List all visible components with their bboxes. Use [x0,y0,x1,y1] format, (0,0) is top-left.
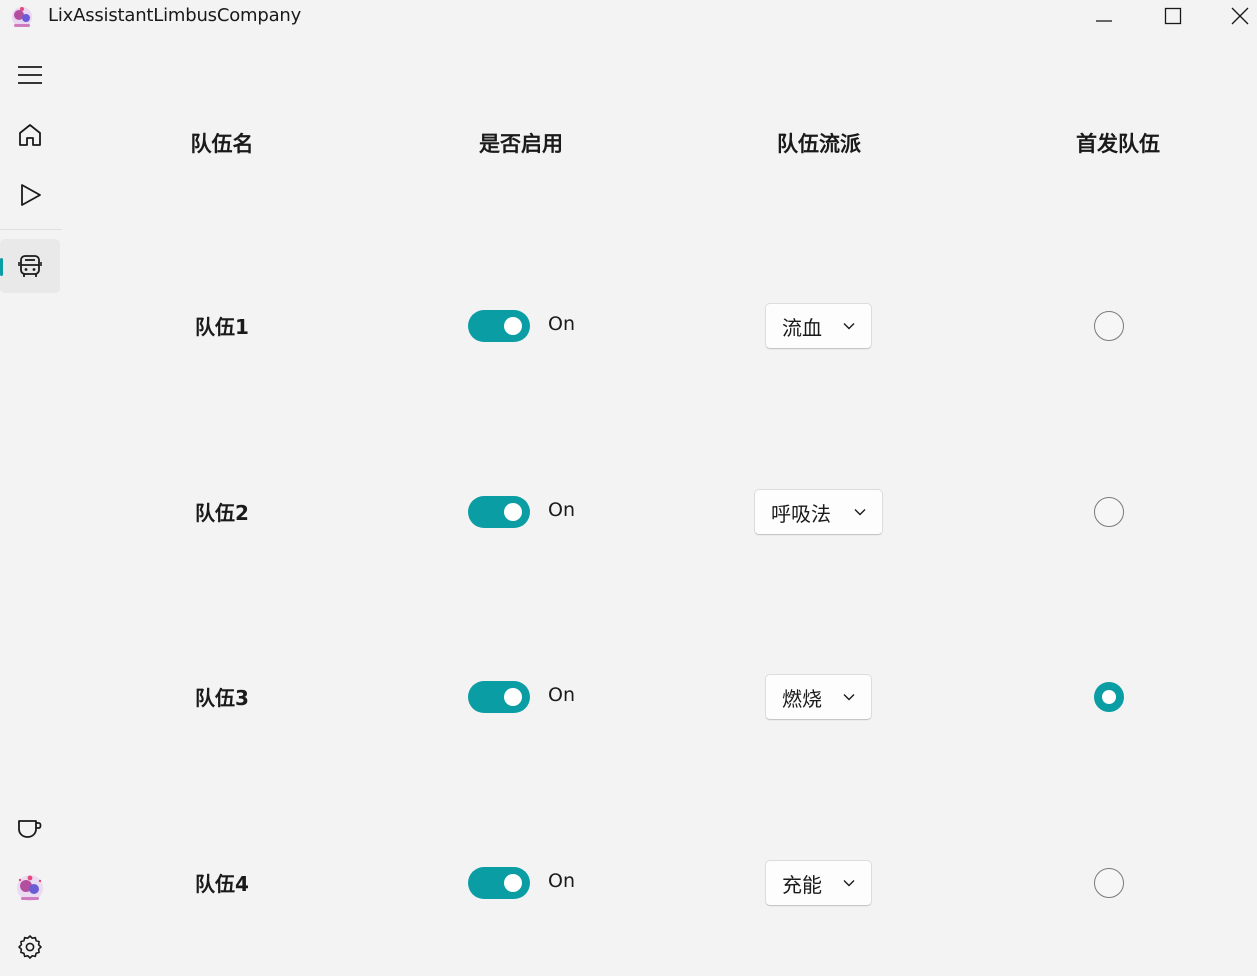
first-team-radio[interactable] [1094,868,1124,898]
first-team-radio[interactable] [1094,682,1124,712]
style-dropdown-value: 燃烧 [782,686,822,711]
style-dropdown-value: 充能 [782,872,822,897]
sidebar-item-donate[interactable] [0,801,60,855]
enabled-toggle[interactable] [468,496,530,528]
style-dropdown[interactable]: 流血 [765,303,872,349]
chevron-down-icon [843,323,855,330]
toggle-state-label: On [548,684,575,706]
first-team-radio[interactable] [1094,311,1124,341]
enabled-toggle[interactable] [468,681,530,713]
home-icon [19,124,41,146]
column-header-style: 队伍流派 [777,132,861,156]
chevron-down-icon [843,880,855,887]
column-header-team-name: 队伍名 [190,132,254,156]
enabled-toggle[interactable] [468,867,530,899]
maximize-button[interactable] [1150,0,1196,32]
play-icon [21,184,41,206]
gear-icon [18,935,42,959]
team-row: 队伍3 On 燃烧 [64,667,1257,727]
sidebar-item-start[interactable] [0,168,60,222]
sidebar-item-home[interactable] [0,108,60,162]
title-bar[interactable]: LixAssistantLimbusCompany [0,0,1257,34]
selection-indicator [0,258,3,276]
first-team-radio[interactable] [1094,497,1124,527]
team-row: 队伍1 On 流血 [64,296,1257,356]
close-icon [1231,7,1249,25]
sidebar-item-teams[interactable] [0,239,60,293]
team-name: 队伍4 [195,872,249,896]
bus-icon [18,255,42,277]
team-row: 队伍2 On 呼吸法 [64,482,1257,542]
minimize-icon [1096,20,1112,22]
style-dropdown-value: 流血 [782,315,822,340]
toggle-knob [504,317,522,335]
toggle-state-label: On [548,313,575,335]
column-header-first-team: 首发队伍 [1076,132,1160,156]
sidebar-divider [0,229,62,230]
hamburger-menu-icon [18,66,42,84]
window-title: LixAssistantLimbusCompany [48,5,302,26]
menu-button[interactable] [0,48,60,102]
style-dropdown[interactable]: 呼吸法 [754,489,883,535]
chevron-down-icon [843,694,855,701]
team-row: 队伍4 On 充能 [64,853,1257,913]
team-name: 队伍2 [195,501,249,525]
style-dropdown[interactable]: 充能 [765,860,872,906]
column-header-enabled: 是否启用 [479,132,563,156]
toggle-knob [504,688,522,706]
maximize-icon [1164,7,1182,25]
style-dropdown[interactable]: 燃烧 [765,674,872,720]
avatar-icon [17,875,43,901]
sidebar [0,34,64,976]
team-name: 队伍3 [195,686,249,710]
chevron-down-icon [854,509,866,516]
team-name: 队伍1 [195,315,249,339]
minimize-button[interactable] [1081,0,1127,32]
style-dropdown-value: 呼吸法 [771,501,831,526]
toggle-state-label: On [548,499,575,521]
toggle-state-label: On [548,870,575,892]
sidebar-item-avatar[interactable] [0,860,60,914]
cup-icon [18,820,42,838]
toggle-knob [504,874,522,892]
enabled-toggle[interactable] [468,310,530,342]
sidebar-item-settings[interactable] [0,920,60,974]
app-logo [8,3,36,29]
toggle-knob [504,503,522,521]
close-button[interactable] [1217,0,1257,32]
